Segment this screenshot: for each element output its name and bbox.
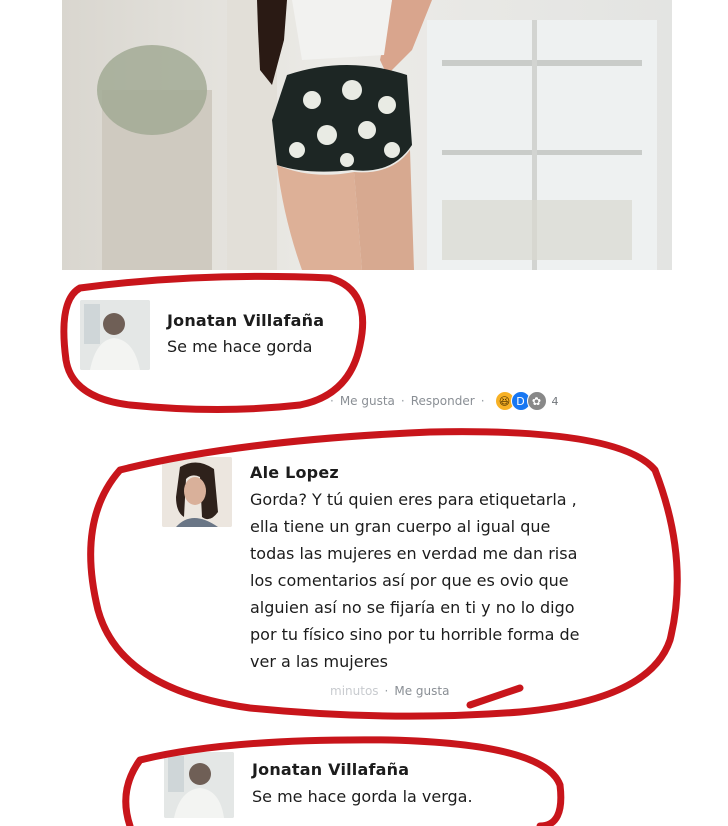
post-photo[interactable] xyxy=(62,0,672,270)
avatar[interactable] xyxy=(162,457,232,527)
comment-author[interactable]: Jonatan Villafaña xyxy=(167,311,324,330)
comment-text-line: Gorda? Y tú quien eres para etiquetarla … xyxy=(250,490,577,509)
comment-text-line: todas las mujeres en verdad me dan risa xyxy=(250,544,578,563)
separator-dot-icon: · xyxy=(400,394,405,408)
reactions-summary[interactable]: 😆 D ✿ 4 xyxy=(494,391,559,411)
comment-text-line: ella tiene un gran cuerpo al igual que xyxy=(250,517,551,536)
user-photo-icon xyxy=(164,752,234,818)
photo-woman-floral-shorts-icon xyxy=(62,0,672,270)
reaction-count: 4 xyxy=(551,394,559,408)
comment-timestamp: minutos xyxy=(330,684,379,698)
user-photo-icon xyxy=(162,457,232,527)
comment-text-line: por tu físico sino por tu horrible forma… xyxy=(250,625,580,644)
separator-dot-icon: · xyxy=(330,394,334,408)
comment-text-line: ver a las mujeres xyxy=(250,652,388,671)
comment-text-line: los comentarios así por que es ovio que xyxy=(250,571,569,590)
comment-author[interactable]: Ale Lopez xyxy=(250,463,339,482)
comment-text-line: Se me hace gorda xyxy=(167,337,313,356)
comment-text-line: Se me hace gorda la verga. xyxy=(252,787,473,806)
user-photo-icon xyxy=(80,300,150,370)
like-button[interactable]: Me gusta xyxy=(340,394,395,408)
separator-dot-icon: · xyxy=(480,394,485,408)
care-icon: ✿ xyxy=(526,391,547,411)
comment-actions: · Me gusta · Responder · 😆 D ✿ 4 xyxy=(330,391,559,411)
like-button[interactable]: Me gusta xyxy=(394,684,449,698)
avatar[interactable] xyxy=(164,752,234,818)
reply-button[interactable]: Responder xyxy=(411,394,475,408)
separator-dot-icon: · xyxy=(384,684,389,698)
comment-actions: minutos · Me gusta xyxy=(330,684,449,698)
avatar[interactable] xyxy=(80,300,150,370)
comment-author[interactable]: Jonatan Villafaña xyxy=(252,760,409,779)
comment-text-line: alguien así no se fijaría en ti y no lo … xyxy=(250,598,575,617)
